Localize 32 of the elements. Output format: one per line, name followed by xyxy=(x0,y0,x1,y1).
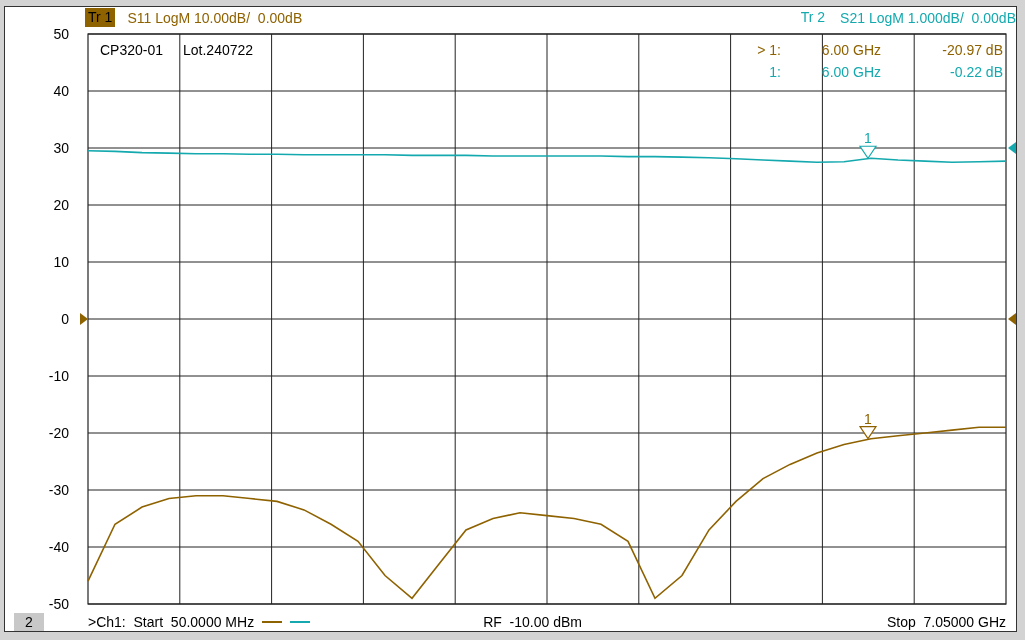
source-power: RF -10.00 dBm xyxy=(483,614,582,630)
y-axis-label: -30 xyxy=(48,482,69,498)
marker-readout-label: > 1: xyxy=(757,42,781,58)
trace-label: S11 LogM 10.00dB/ 0.00dB xyxy=(127,10,303,27)
plot-annotation: CP320-01 xyxy=(100,42,164,58)
y-axis-label: -40 xyxy=(48,539,69,555)
y-axis-label: 10 xyxy=(53,254,69,270)
y-axis-label: 50 xyxy=(53,27,69,42)
plot-annotation: Lot.240722 xyxy=(183,42,254,58)
marker-number: 1 xyxy=(864,410,872,427)
trace-label: S21 LogM 1.000dB/ 0.00dB xyxy=(840,10,1016,27)
stop-frequency: Stop 7.05000 GHz xyxy=(886,614,1006,630)
y-axis-label: -50 xyxy=(48,596,69,612)
marker-readout-label: 1: xyxy=(769,64,781,80)
channel-badge[interactable]: 2 xyxy=(14,613,44,631)
marker-value: -20.97 dB xyxy=(942,42,1003,58)
marker-number: 1 xyxy=(864,130,872,147)
y-axis-label: 0 xyxy=(61,311,69,327)
y-axis-label: 20 xyxy=(53,197,69,213)
reference-arrow-icon xyxy=(1008,313,1016,325)
marker-value: -0.22 dB xyxy=(950,64,1003,80)
y-axis-label: -20 xyxy=(48,425,69,441)
reference-arrow-icon xyxy=(80,313,88,325)
y-axis-label: 30 xyxy=(53,140,69,156)
start-frequency: >Ch1: Start 50.0000 MHz xyxy=(88,614,255,630)
trace-badge[interactable]: Tr 1 xyxy=(85,8,116,27)
y-axis-label: 40 xyxy=(53,83,69,99)
trace-legend-line xyxy=(262,621,283,623)
y-axis-label: -10 xyxy=(48,368,69,384)
reference-arrow-icon xyxy=(1008,142,1016,154)
trace-legend-line xyxy=(290,621,311,623)
trace-badge[interactable]: Tr 2 xyxy=(797,8,829,27)
